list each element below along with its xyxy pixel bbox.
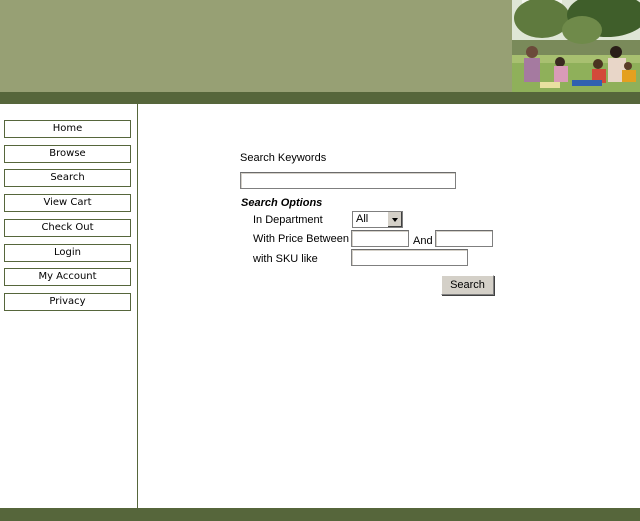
family-picnic-photo	[512, 0, 640, 92]
nav-home[interactable]: Home	[4, 120, 131, 138]
price-max-input[interactable]	[435, 230, 493, 247]
sku-input[interactable]	[351, 249, 468, 266]
department-label: In Department	[253, 214, 323, 226]
keywords-input[interactable]	[240, 172, 456, 189]
site-header	[0, 0, 640, 92]
search-options-heading: Search Options	[241, 197, 323, 209]
nav-my-account[interactable]: My Account	[4, 268, 131, 286]
nav-search[interactable]: Search	[4, 169, 131, 187]
site-footer	[0, 508, 640, 521]
nav-check-out[interactable]: Check Out	[4, 219, 131, 237]
nav-view-cart[interactable]: View Cart	[4, 194, 131, 212]
chevron-down-icon[interactable]	[387, 212, 402, 227]
department-selected-value: All	[356, 213, 369, 225]
keywords-label: Search Keywords	[240, 152, 327, 164]
header-band	[0, 92, 640, 104]
price-label: With Price Between	[253, 233, 349, 245]
search-button[interactable]: Search	[441, 275, 494, 295]
nav-privacy[interactable]: Privacy	[4, 293, 131, 311]
nav-browse[interactable]: Browse	[4, 145, 131, 163]
sidebar: Home Browse Search View Cart Check Out L…	[0, 104, 138, 508]
price-min-input[interactable]	[351, 230, 409, 247]
sku-label: with SKU like	[253, 253, 318, 265]
department-select[interactable]: All	[352, 211, 403, 228]
and-label: And	[413, 235, 433, 247]
nav-login[interactable]: Login	[4, 244, 131, 262]
